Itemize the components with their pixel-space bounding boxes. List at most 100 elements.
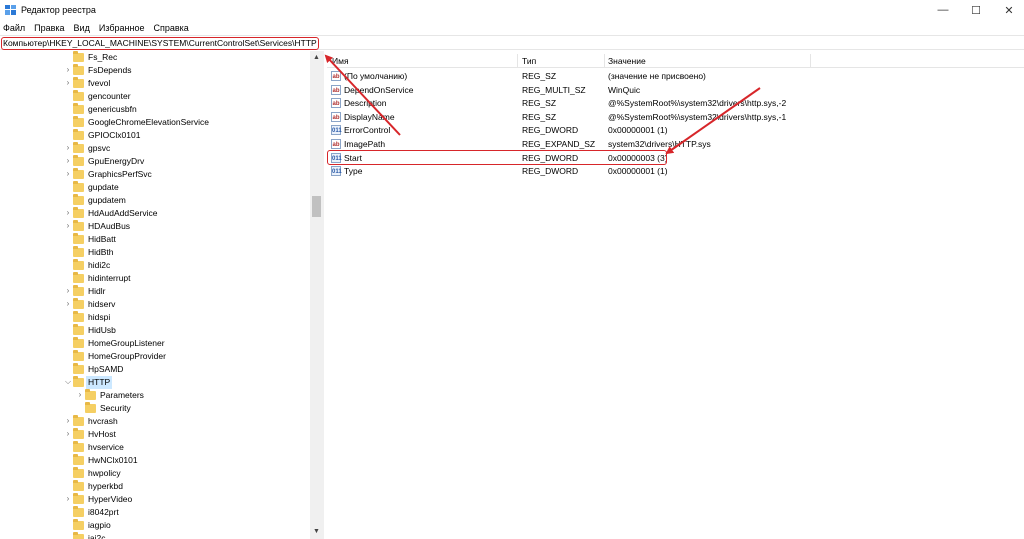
tree-item-label: hidspi — [88, 312, 111, 322]
chevron-right-icon[interactable]: › — [64, 299, 72, 309]
chevron-right-icon[interactable]: › — [64, 208, 72, 218]
folder-icon — [73, 103, 84, 114]
tree-item[interactable]: HidUsb — [0, 324, 310, 337]
string-value-icon: ab — [331, 71, 341, 81]
chevron-right-icon[interactable]: › — [64, 169, 72, 179]
tree-item-label: hwpolicy — [88, 468, 121, 478]
value-row[interactable]: ab (По умолчанию) REG_SZ (значение не присв… — [327, 70, 927, 83]
tree-item[interactable]: Security — [0, 402, 310, 415]
tree-item[interactable]: ⌵ HTTP — [0, 376, 310, 389]
tree-item-label: iai2c — [88, 533, 106, 539]
close-button[interactable]: ✕ — [992, 0, 1024, 20]
tree-item[interactable]: hyperkbd — [0, 480, 310, 493]
folder-icon — [85, 402, 96, 413]
tree-item[interactable]: hidinterrupt — [0, 272, 310, 285]
value-row[interactable]: ab Description REG_SZ @%SystemRoot%\system3… — [327, 97, 927, 110]
minimize-button[interactable]: — — [926, 0, 960, 20]
chevron-right-icon[interactable]: › — [64, 156, 72, 166]
value-row[interactable]: ab DisplayName REG_SZ @%SystemRoot%\system3… — [327, 111, 927, 124]
value-row[interactable]: 011 Type REG_DWORD 0x00000001 (1) — [327, 165, 927, 178]
chevron-right-icon[interactable]: › — [64, 416, 72, 426]
folder-icon — [73, 532, 84, 539]
menu-edit[interactable]: Правка — [34, 23, 64, 33]
chevron-right-icon[interactable]: › — [64, 221, 72, 231]
tree-item[interactable]: HomeGroupProvider — [0, 350, 310, 363]
tree-item[interactable]: › Parameters — [0, 389, 310, 402]
tree-item[interactable]: hidi2c — [0, 259, 310, 272]
scroll-down-icon[interactable]: ▼ — [310, 527, 323, 537]
tree-item[interactable]: GPIOClx0101 — [0, 129, 310, 142]
tree-item[interactable]: HpSAMD — [0, 363, 310, 376]
folder-icon — [73, 64, 84, 75]
tree-item-label: Fs_Rec — [88, 52, 118, 62]
tree-item[interactable]: gencounter — [0, 90, 310, 103]
tree-item[interactable]: › fvevol — [0, 77, 310, 90]
chevron-down-icon[interactable]: ⌵ — [64, 377, 72, 387]
folder-icon — [73, 350, 84, 361]
folder-icon — [73, 363, 84, 374]
tree-item[interactable]: › FsDepends — [0, 64, 310, 77]
chevron-right-icon[interactable]: › — [64, 286, 72, 296]
scroll-thumb[interactable] — [312, 196, 321, 217]
tree-item[interactable]: gupdatem — [0, 194, 310, 207]
tree-item[interactable]: HidBatt — [0, 233, 310, 246]
tree-item[interactable]: iai2c — [0, 532, 310, 539]
tree-item[interactable]: › HdAudAddService — [0, 207, 310, 220]
folder-icon — [73, 233, 84, 244]
tree-item[interactable]: › Hidlr — [0, 285, 310, 298]
tree-item[interactable]: HomeGroupListener — [0, 337, 310, 350]
tree-item[interactable]: › hvcrash — [0, 415, 310, 428]
tree-item[interactable]: › GpuEnergyDrv — [0, 155, 310, 168]
menu-file[interactable]: Файл — [3, 23, 25, 33]
tree-item[interactable]: › gpsvc — [0, 142, 310, 155]
folder-icon — [73, 324, 84, 335]
chevron-right-icon[interactable]: › — [64, 78, 72, 88]
value-row[interactable]: 011 ErrorControl REG_DWORD 0x00000001 (1) — [327, 124, 927, 137]
tree-item[interactable]: › hidserv — [0, 298, 310, 311]
column-separator[interactable] — [604, 54, 605, 68]
chevron-right-icon[interactable]: › — [64, 143, 72, 153]
chevron-right-icon[interactable]: › — [64, 494, 72, 504]
tree-item[interactable]: › HDAudBus — [0, 220, 310, 233]
value-data: 0x00000001 (1) — [608, 166, 668, 177]
scroll-up-icon[interactable]: ▲ — [310, 53, 323, 63]
chevron-right-icon[interactable]: › — [64, 65, 72, 75]
tree-item[interactable]: HwNClx0101 — [0, 454, 310, 467]
value-type: REG_DWORD — [522, 125, 579, 136]
menu-help[interactable]: Справка — [153, 23, 188, 33]
tree-item-label: HidUsb — [88, 325, 116, 335]
column-separator[interactable] — [517, 54, 518, 68]
tree-item[interactable]: hwpolicy — [0, 467, 310, 480]
tree-item[interactable]: genericusbfn — [0, 103, 310, 116]
string-value-icon: ab — [331, 139, 341, 149]
tree-item[interactable]: › HyperVideo — [0, 493, 310, 506]
value-type: REG_DWORD — [522, 166, 579, 177]
chevron-right-icon[interactable]: › — [76, 390, 84, 400]
tree-item[interactable]: gupdate — [0, 181, 310, 194]
folder-icon — [73, 168, 84, 179]
tree-item[interactable]: hvservice — [0, 441, 310, 454]
tree-item[interactable]: › GraphicsPerfSvc — [0, 168, 310, 181]
column-separator[interactable] — [810, 54, 811, 68]
menu-view[interactable]: Вид — [74, 23, 90, 33]
tree-item[interactable]: HidBth — [0, 246, 310, 259]
tree-item[interactable]: GoogleChromeElevationService — [0, 116, 310, 129]
folder-icon — [73, 415, 84, 426]
address-bar[interactable]: Компьютер\HKEY_LOCAL_MACHINE\SYSTEM\Curr… — [0, 35, 1024, 50]
column-name[interactable]: Имя — [332, 56, 349, 66]
maximize-button[interactable]: ☐ — [959, 0, 993, 20]
folder-icon — [73, 129, 84, 140]
close-icon: ✕ — [1004, 4, 1014, 17]
tree-item[interactable]: Fs_Rec — [0, 51, 310, 64]
tree-item[interactable]: hidspi — [0, 311, 310, 324]
column-type[interactable]: Тип — [522, 56, 536, 66]
folder-icon — [73, 454, 84, 465]
tree-item[interactable]: iagpio — [0, 519, 310, 532]
column-data[interactable]: Значение — [608, 56, 646, 66]
tree-item[interactable]: i8042prt — [0, 506, 310, 519]
chevron-right-icon[interactable]: › — [64, 429, 72, 439]
tree-item[interactable]: › HvHost — [0, 428, 310, 441]
value-row[interactable]: ab DependOnService REG_MULTI_SZ WinQuic — [327, 84, 927, 97]
tree-scrollbar[interactable]: ▲ ▼ — [310, 51, 323, 539]
menu-favorites[interactable]: Избранное — [99, 23, 145, 33]
